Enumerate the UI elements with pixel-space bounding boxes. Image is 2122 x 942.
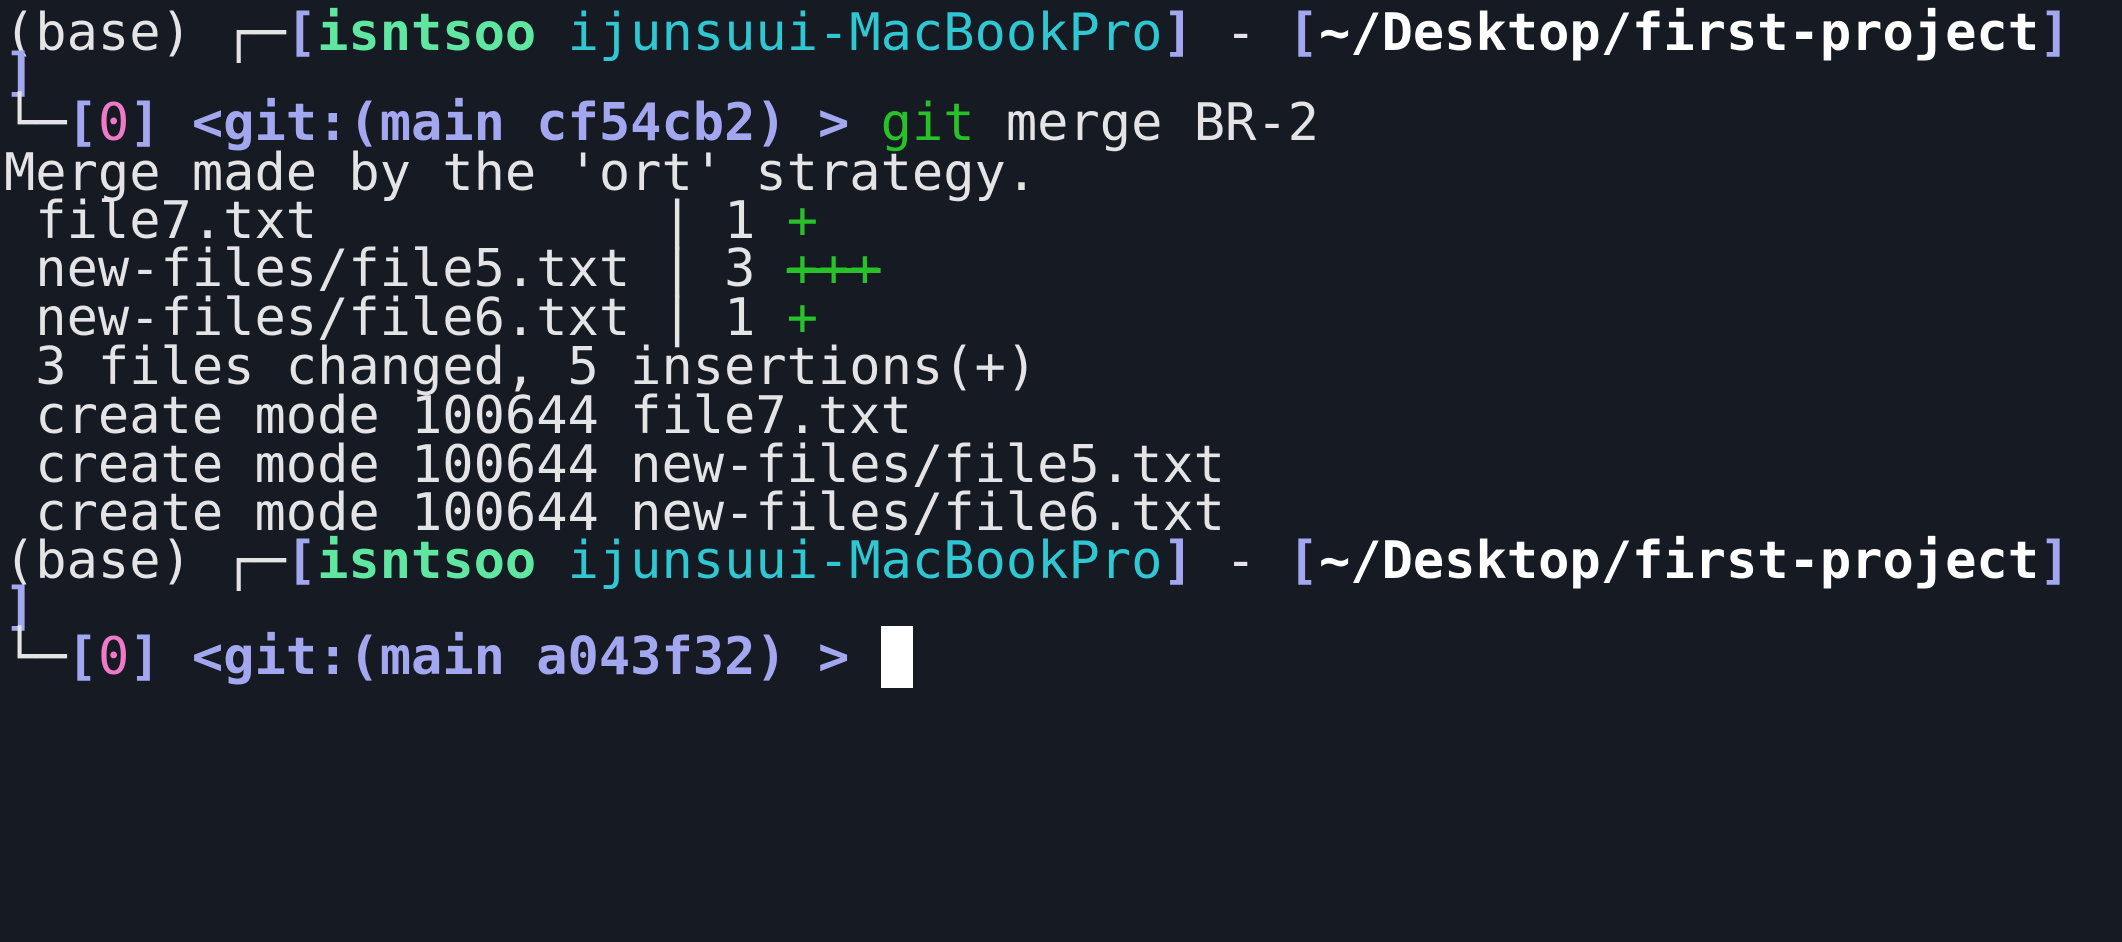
prompt-corner-top: ┌─	[223, 531, 286, 591]
text-cursor[interactable]	[880, 626, 913, 688]
separator: -	[1225, 531, 1257, 591]
bracket: [	[1287, 531, 1319, 591]
hostname: ijunsuui-MacBookPro	[567, 3, 1163, 63]
current-path: ~/Desktop/first-project	[1318, 531, 2040, 591]
bracket: ]	[1162, 3, 1194, 63]
git-status: <git:(main a043f32) >	[191, 627, 850, 687]
prompt-corner-top: ┌─	[223, 3, 286, 63]
separator: -	[1225, 3, 1257, 63]
bracket: [	[285, 3, 318, 63]
terminal-window[interactable]: (base) ┌─[isntsoo ijunsuui-MacBookPro] -…	[0, 0, 2122, 942]
prompt-command-line[interactable]: └─[0] <git:(main a043f32) >	[4, 624, 913, 690]
bracket: [	[66, 627, 98, 687]
bracket: [	[1287, 3, 1319, 63]
hostname: ijunsuui-MacBookPro	[567, 531, 1163, 591]
exit-code: 0	[97, 627, 130, 687]
username: isntsoo	[317, 3, 537, 63]
bracket: ]	[129, 627, 161, 687]
prompt-line-top: (base) ┌─[isntsoo ijunsuui-MacBookPro] -…	[4, 0, 2070, 66]
command-args: merge BR-2	[1005, 93, 1319, 153]
bracket: ]	[1162, 531, 1194, 591]
username: isntsoo	[317, 531, 537, 591]
bracket: ]	[2039, 531, 2071, 591]
prompt-line-top: (base) ┌─[isntsoo ijunsuui-MacBookPro] -…	[4, 528, 2070, 594]
bracket: [	[285, 531, 318, 591]
prompt-corner-bottom: └─	[4, 627, 67, 687]
current-path: ~/Desktop/first-project	[1318, 3, 2040, 63]
bracket: ]	[2039, 3, 2071, 63]
